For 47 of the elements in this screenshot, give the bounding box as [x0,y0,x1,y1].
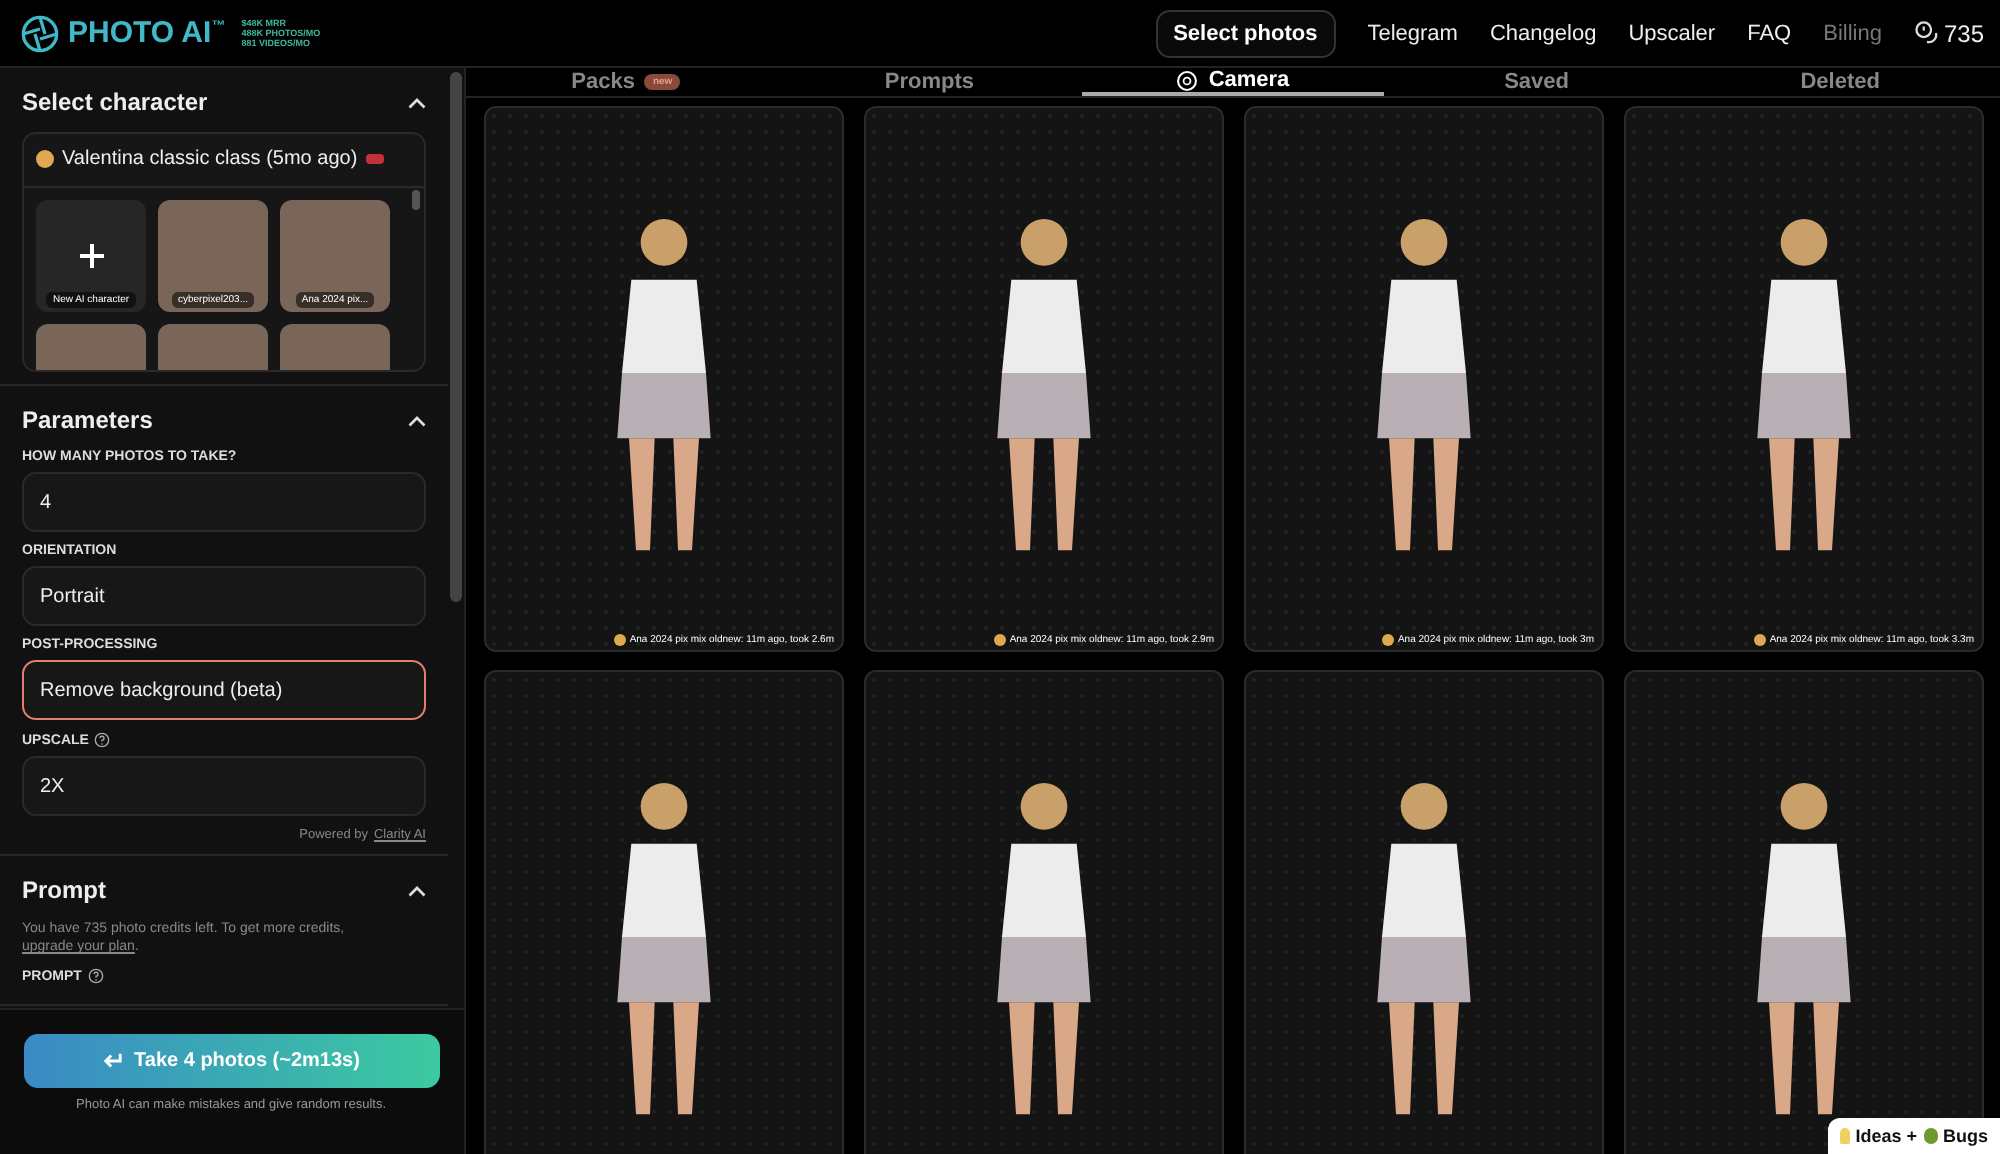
emoji-icon [1753,634,1766,646]
tab-label: Camera [1208,68,1290,92]
tab[interactable]: Camera [1081,68,1385,96]
help-icon[interactable] [87,968,104,984]
selected-character[interactable]: Valentina classic class (5mo ago) [24,134,424,188]
tab-label: Saved [1504,70,1569,94]
select-field[interactable]: 2X [22,756,426,816]
photo-card[interactable] [864,670,1224,1154]
select-field[interactable]: Portrait [22,566,426,626]
section-title: Parameters [22,406,153,434]
select-photos-button[interactable]: Select photos [1155,9,1336,57]
tab-label: Prompts [884,70,974,94]
emoji-icon [993,634,1006,646]
tab-label: Deleted [1800,70,1880,94]
photo-card[interactable] [1624,670,1984,1154]
scrollbar[interactable] [412,190,420,210]
photo-card[interactable] [484,670,844,1154]
tab-label: Packs [571,70,635,94]
help-icon[interactable] [94,732,111,748]
aperture-icon [1176,69,1199,91]
photo-card[interactable] [1244,670,1604,1154]
emoji-icon [1381,634,1394,646]
nav-link[interactable]: Billing [1823,21,1882,45]
credit-count: 735 [1943,19,1984,47]
tab[interactable]: Deleted [1688,68,1992,96]
select-field[interactable]: Remove background (beta) [22,660,426,720]
tab[interactable]: Saved [1384,68,1689,96]
nav-link[interactable]: Upscaler [1628,21,1716,45]
section-title: Prompt [22,876,106,904]
logo-wordmark: PHOTO AI$^{™}$ [68,16,226,50]
emoji-icon [613,634,626,646]
collapse-chevron-icon[interactable] [408,95,426,109]
aperture-logo-icon [20,13,60,53]
nav-link[interactable]: FAQ [1747,21,1792,45]
emoji-icon [36,150,54,168]
collapse-chevron-icon[interactable] [408,413,426,427]
scrollbar[interactable] [450,72,462,602]
tab[interactable]: Prompts [777,68,1082,96]
nav-link[interactable]: Telegram [1367,21,1458,45]
collapse-chevron-icon[interactable] [408,883,426,897]
character-name: Valentina classic class (5mo ago) [62,148,358,170]
nav-link[interactable]: Changelog [1489,21,1597,45]
select-field[interactable]: 4 [22,472,426,532]
section-title: Select character [22,88,208,116]
coins-icon [1913,20,1940,46]
feedback-button[interactable]: Ideas + Bugs [1827,1118,2000,1154]
return-arrow-icon [102,1052,125,1070]
